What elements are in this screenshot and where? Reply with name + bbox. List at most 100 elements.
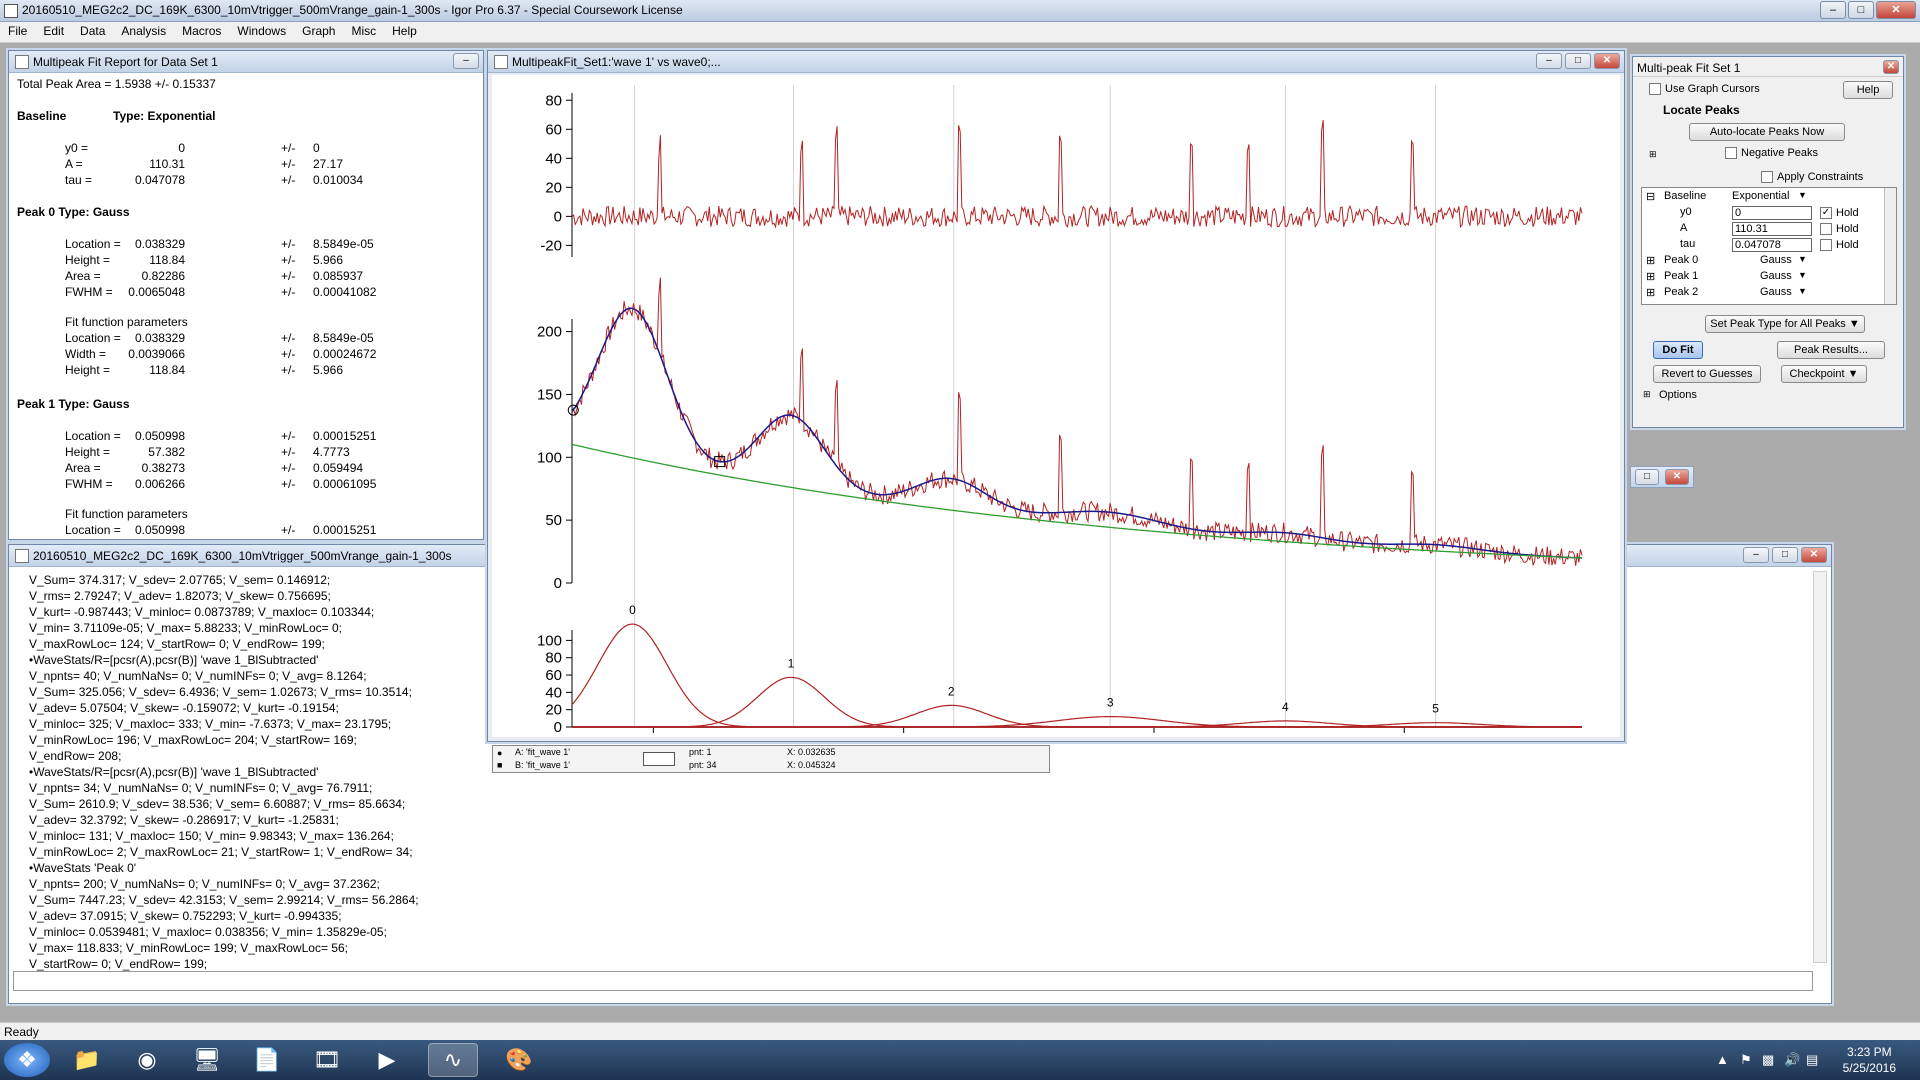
menu-graph[interactable]: Graph — [294, 22, 343, 42]
fit-report-title-bar[interactable]: Multipeak Fit Report for Data Set 1 – — [9, 51, 483, 73]
help-button[interactable]: Help — [1843, 81, 1893, 99]
command-history-scrollbar[interactable] — [1813, 571, 1827, 963]
use-cursors-checkbox[interactable] — [1649, 83, 1661, 95]
cursor-b-x: X: 0.045324 — [787, 760, 836, 770]
peak0-rows-v: 0.82286 — [141, 269, 185, 283]
y-tick-label: 100 — [537, 449, 562, 466]
set-peak-type-button[interactable]: Set Peak Type for All Peaks ▼ — [1705, 315, 1865, 333]
a-field[interactable]: 110.31 — [1732, 222, 1812, 236]
minimize-button[interactable]: – — [1820, 1, 1846, 19]
graph-minimize-button[interactable]: – — [1536, 53, 1562, 69]
cursor-a-icon[interactable]: ● — [497, 748, 502, 758]
peak0-type-menu[interactable]: Gauss — [1760, 254, 1792, 266]
baseline-rows-e: 0 — [313, 141, 320, 155]
use-cursors-label: Use Graph Cursors — [1665, 83, 1760, 95]
peak-list[interactable]: ⊟ Baseline Exponential ▼ y0 0 ✓ Hold A 1… — [1641, 187, 1897, 305]
start-button[interactable]: ❖ — [4, 1043, 50, 1077]
peak0-rows-k: Area = — [65, 269, 101, 283]
peak1-expand-icon[interactable]: ⊞ — [1646, 270, 1655, 283]
plot-area[interactable]: 806040200-202001501005001008060402000.04… — [492, 75, 1620, 756]
video-icon[interactable]: 🎞 — [302, 1043, 352, 1077]
tray-up-arrow-icon[interactable]: ▲ — [1716, 1052, 1729, 1067]
peak0-expand-icon[interactable]: ⊞ — [1646, 254, 1655, 267]
action-center-flag-icon[interactable]: ⚑ — [1740, 1052, 1752, 1068]
multipeak-chart[interactable]: 806040200-202001501005001008060402000.04… — [492, 75, 1620, 756]
command-maximize-button[interactable]: □ — [1772, 547, 1798, 563]
cursor-slider[interactable] — [643, 752, 675, 766]
peak1-type-menu[interactable]: Gauss — [1760, 270, 1792, 282]
remote-desktop-icon[interactable]: 🖥 — [182, 1043, 232, 1077]
apply-constraints-checkbox[interactable] — [1761, 171, 1773, 183]
igor-taskbar-icon[interactable]: ∿ — [428, 1043, 478, 1077]
menu-misc[interactable]: Misc — [343, 22, 384, 42]
taskbar-clock[interactable]: 3:23 PM 5/25/2016 — [1843, 1044, 1896, 1076]
revert-to-guesses-button[interactable]: Revert to Guesses — [1653, 365, 1761, 383]
close-button[interactable]: ✕ — [1876, 1, 1916, 19]
peak2-type-menu[interactable]: Gauss — [1760, 286, 1792, 298]
paint-icon[interactable]: 🎨 — [494, 1043, 544, 1077]
peak-results-button[interactable]: Peak Results... — [1777, 341, 1885, 359]
peak1-rows-v: 57.382 — [148, 445, 185, 459]
tau-field[interactable]: 0.047078 — [1732, 238, 1812, 252]
panel-title-bar[interactable]: Multi-peak Fit Set 1 ✕ — [1633, 57, 1903, 77]
peak2-dropdown-icon[interactable]: ▼ — [1798, 286, 1807, 296]
graph-maximize-button[interactable]: □ — [1565, 53, 1591, 69]
baseline-collapse-icon[interactable]: ⊟ — [1646, 190, 1655, 203]
minimized-restore-button[interactable]: □ — [1635, 469, 1659, 485]
chrome-icon[interactable]: ◉ — [122, 1043, 172, 1077]
menu-macros[interactable]: Macros — [174, 22, 229, 42]
monitor-icon[interactable]: ▤ — [1806, 1052, 1818, 1068]
fit-report-text[interactable]: Total Peak Area = 1.5938 +/- 0.15337 Bas… — [9, 73, 483, 539]
minimized-window[interactable]: □ ✕ — [1630, 466, 1694, 488]
cursor-info-panel[interactable]: ● ■ A: 'fit_wave 1' B: 'fit_wave 1' pnt:… — [492, 745, 1050, 773]
volume-icon[interactable]: 🔊 — [1784, 1052, 1800, 1068]
menu-file[interactable]: File — [0, 22, 35, 42]
graph-close-button[interactable]: ✕ — [1594, 53, 1620, 69]
labview-icon[interactable]: ▶ — [362, 1043, 412, 1077]
peak2-expand-icon[interactable]: ⊞ — [1646, 286, 1655, 299]
baseline-type-menu[interactable]: Exponential — [1732, 190, 1790, 202]
command-minimize-button[interactable]: – — [1743, 547, 1769, 563]
panel-close-button[interactable]: ✕ — [1883, 60, 1899, 74]
peak-list-scrollbar[interactable] — [1884, 188, 1896, 304]
menu-windows[interactable]: Windows — [229, 22, 294, 42]
network-icon[interactable]: ▩ — [1762, 1052, 1774, 1068]
peak0-rows-k: Height = — [65, 253, 111, 267]
menu-data[interactable]: Data — [72, 22, 113, 42]
tau-hold-checkbox[interactable] — [1820, 239, 1832, 251]
cursor-b-icon[interactable]: ■ — [497, 760, 502, 770]
menu-edit[interactable]: Edit — [35, 22, 72, 42]
clock-time: 3:23 PM — [1846, 1045, 1892, 1059]
peak1-dropdown-icon[interactable]: ▼ — [1798, 270, 1807, 280]
locate-expand-icon[interactable]: ⊞ — [1649, 149, 1657, 160]
command-line: V_startRow= 0; V_endRow= 199; — [29, 957, 208, 971]
explorer-icon[interactable]: 📁 — [62, 1043, 112, 1077]
menu-analysis[interactable]: Analysis — [113, 22, 174, 42]
checkpoint-button[interactable]: Checkpoint ▼ — [1781, 365, 1867, 383]
maximize-button[interactable]: □ — [1848, 1, 1874, 19]
do-fit-button[interactable]: Do Fit — [1653, 341, 1703, 359]
command-line: V_Sum= 7447.23; V_sdev= 42.3153; V_sem= … — [29, 893, 419, 907]
peak0-dropdown-icon[interactable]: ▼ — [1798, 254, 1807, 264]
command-line: V_min= 3.71109e-05; V_max= 5.88233; V_mi… — [29, 621, 342, 635]
baseline-type-dropdown-icon[interactable]: ▼ — [1798, 190, 1807, 200]
minimized-close-button[interactable]: ✕ — [1665, 469, 1689, 485]
options-label: Options — [1659, 389, 1697, 401]
y0-hold-checkbox[interactable]: ✓ — [1820, 207, 1832, 219]
menu-help[interactable]: Help — [384, 22, 425, 42]
options-expand-icon[interactable]: ⊞ — [1643, 389, 1651, 400]
clock-date: 5/25/2016 — [1842, 1061, 1896, 1075]
negative-peaks-checkbox[interactable] — [1725, 147, 1737, 159]
command-close-button[interactable]: ✕ — [1801, 547, 1827, 563]
notepad-icon[interactable]: 📄 — [242, 1043, 292, 1077]
a-hold-checkbox[interactable] — [1820, 223, 1832, 235]
graph-title-bar[interactable]: MultipeakFit_Set1:'wave 1' vs wave0;... … — [488, 51, 1624, 73]
command-entry-field[interactable] — [13, 971, 1813, 991]
baseline-row-label: Baseline — [1664, 190, 1707, 202]
auto-locate-button[interactable]: Auto-locate Peaks Now — [1689, 123, 1845, 141]
peak0-ffp-heading: Fit function parameters — [65, 315, 188, 329]
y0-field[interactable]: 0 — [1732, 206, 1812, 220]
peak-5-label: 5 — [1432, 702, 1439, 716]
peak0-heading: Peak 0 Type: Gauss — [17, 205, 130, 219]
fit-report-minimize-button[interactable]: – — [453, 53, 479, 69]
